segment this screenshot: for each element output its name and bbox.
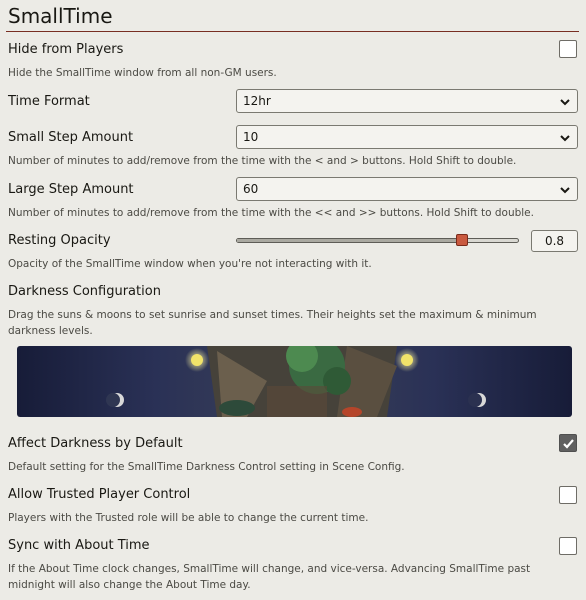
small-step-value: 10 bbox=[243, 130, 259, 144]
chevron-down-icon bbox=[560, 99, 570, 106]
affect-darkness-label: Affect Darkness by Default bbox=[8, 436, 183, 451]
trusted-control-label: Allow Trusted Player Control bbox=[8, 487, 191, 502]
small-step-hint: Number of minutes to add/remove from the… bbox=[8, 155, 517, 167]
large-step-hint: Number of minutes to add/remove from the… bbox=[8, 207, 534, 219]
hide-from-players-checkbox[interactable] bbox=[559, 40, 577, 58]
resting-opacity-label: Resting Opacity bbox=[8, 233, 111, 248]
opacity-slider-thumb[interactable] bbox=[455, 234, 468, 246]
chevron-down-icon bbox=[560, 187, 570, 194]
opacity-slider-fill bbox=[237, 239, 462, 242]
sunset-sun-icon[interactable] bbox=[401, 354, 413, 366]
time-format-label: Time Format bbox=[8, 94, 90, 109]
trusted-control-hint: Players with the Trusted role will be ab… bbox=[8, 512, 369, 524]
hide-from-players-hint: Hide the SmallTime window from all non-G… bbox=[8, 67, 277, 79]
hide-from-players-label: Hide from Players bbox=[8, 42, 124, 57]
darkness-config-hint: Drag the suns & moons to set sunrise and… bbox=[8, 309, 537, 337]
moonset-moon-icon[interactable] bbox=[468, 393, 486, 407]
small-step-label: Small Step Amount bbox=[8, 130, 134, 145]
sync-about-time-checkbox[interactable] bbox=[559, 537, 577, 555]
trusted-control-checkbox[interactable] bbox=[559, 486, 577, 504]
darkness-scene-image bbox=[17, 346, 572, 417]
opacity-slider[interactable] bbox=[236, 234, 519, 246]
opacity-value: 0.8 bbox=[531, 230, 578, 252]
sync-about-time-hint: If the About Time clock changes, SmallTi… bbox=[8, 563, 531, 591]
large-step-select[interactable]: 60 bbox=[236, 177, 578, 201]
sunrise-sun-icon[interactable] bbox=[191, 354, 203, 366]
darkness-config-panel[interactable] bbox=[17, 346, 572, 417]
darkness-config-label: Darkness Configuration bbox=[8, 284, 161, 299]
small-step-select[interactable]: 10 bbox=[236, 125, 578, 149]
moonrise-moon-icon[interactable] bbox=[106, 393, 124, 407]
check-icon bbox=[563, 439, 574, 449]
time-format-value: 12hr bbox=[243, 94, 271, 108]
large-step-value: 60 bbox=[243, 182, 259, 196]
resting-opacity-hint: Opacity of the SmallTime window when you… bbox=[8, 258, 372, 270]
module-title: SmallTime bbox=[8, 4, 113, 28]
affect-darkness-checkbox[interactable] bbox=[559, 434, 577, 452]
title-divider bbox=[6, 31, 579, 32]
sync-about-time-label: Sync with About Time bbox=[8, 538, 150, 553]
affect-darkness-hint: Default setting for the SmallTime Darkne… bbox=[8, 461, 405, 473]
chevron-down-icon bbox=[560, 135, 570, 142]
time-format-select[interactable]: 12hr bbox=[236, 89, 578, 113]
large-step-label: Large Step Amount bbox=[8, 182, 134, 197]
